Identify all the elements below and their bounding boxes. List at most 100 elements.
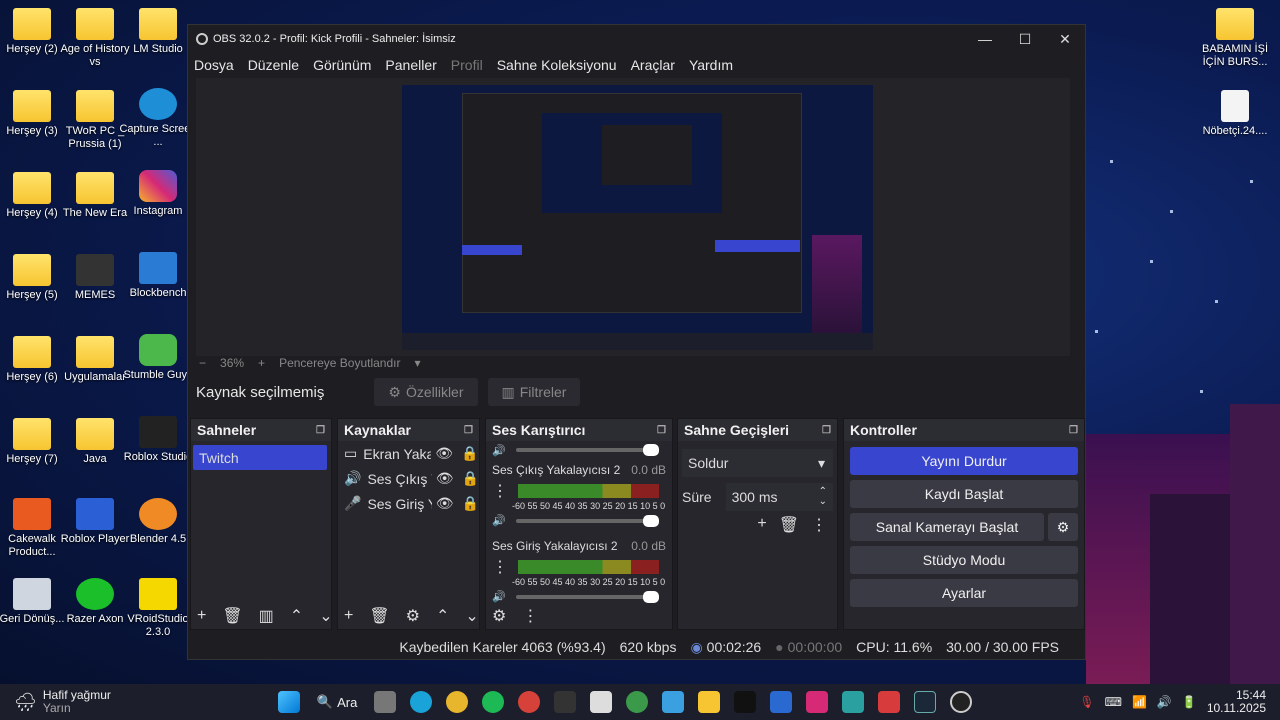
source-item[interactable]: 🎤Ses Giriş Ya👁🔒 bbox=[338, 491, 479, 516]
add-icon[interactable]: + bbox=[197, 607, 206, 625]
source-item[interactable]: 🔊Ses Çıkış Ya👁🔒 bbox=[338, 466, 479, 491]
volume-icon[interactable]: 🔊 bbox=[1157, 695, 1172, 709]
more-icon[interactable]: ⋮ bbox=[522, 606, 538, 626]
desktop-icon[interactable]: Capture Screen ... bbox=[118, 88, 198, 149]
settings-button[interactable]: Ayarlar bbox=[850, 579, 1078, 607]
filter-icon[interactable]: ▥ bbox=[259, 606, 274, 626]
menu-docks[interactable]: Paneller bbox=[385, 57, 436, 73]
start-recording-button[interactable]: Kaydı Başlat bbox=[850, 480, 1078, 508]
menu-tools[interactable]: Araçlar bbox=[631, 57, 675, 73]
search-button[interactable]: 🔍 Ara bbox=[317, 694, 357, 710]
desktop-icon[interactable]: LM Studio bbox=[118, 8, 198, 56]
volume-slider[interactable] bbox=[515, 514, 659, 527]
lock-icon[interactable]: 🔒 bbox=[462, 495, 479, 512]
scene-item[interactable]: Twitch bbox=[193, 445, 327, 470]
zoom-fit-select[interactable]: Pencereye Boyutlandır bbox=[279, 356, 400, 370]
trash-icon[interactable]: 🗑 bbox=[222, 606, 242, 626]
volume-slider[interactable] bbox=[515, 590, 659, 603]
lock-icon[interactable]: 🔒 bbox=[462, 470, 479, 487]
chevron-down-icon[interactable]: ▾ bbox=[414, 356, 420, 370]
menu-help[interactable]: Yardım bbox=[689, 57, 733, 73]
virtual-camera-button[interactable]: Sanal Kamerayı Başlat bbox=[850, 513, 1044, 541]
more-icon[interactable]: ⋮ bbox=[492, 557, 508, 577]
eye-icon[interactable]: 👁 bbox=[436, 495, 454, 512]
steam-icon[interactable] bbox=[914, 691, 937, 713]
desktop-icon[interactable]: Roblox Studio bbox=[118, 416, 198, 464]
speaker-icon[interactable]: 🔊 bbox=[492, 514, 506, 527]
app-icon[interactable] bbox=[554, 691, 577, 713]
desktop-icon[interactable]: Nöbetçi.24.... bbox=[1195, 90, 1275, 138]
clock-date[interactable]: 10.11.2025 bbox=[1207, 702, 1266, 715]
mic-icon[interactable]: 🎙 bbox=[1079, 695, 1094, 709]
calculator-icon[interactable] bbox=[770, 691, 793, 713]
chevron-down-icon[interactable]: ⌄ bbox=[465, 606, 478, 626]
desktop-icon[interactable]: Instagram bbox=[118, 170, 198, 218]
undock-icon[interactable]: ❐ bbox=[1069, 425, 1078, 436]
preview-area[interactable] bbox=[196, 78, 1070, 356]
folder-icon[interactable] bbox=[698, 691, 721, 713]
transition-select[interactable]: Soldur ▾ bbox=[682, 449, 833, 477]
filters-button[interactable]: ▥ Filtreler bbox=[487, 378, 581, 406]
spin-arrows-icon[interactable]: ⌃ ⌄ bbox=[819, 487, 827, 507]
source-item[interactable]: ▭ Ekran Yaka 👁 🔒 bbox=[338, 441, 479, 466]
app-icon[interactable] bbox=[842, 691, 865, 713]
zoom-in-button[interactable]: + bbox=[258, 356, 265, 370]
gear-icon[interactable]: ⚙ bbox=[1048, 513, 1078, 541]
desktop-icon[interactable]: Blender 4.5 bbox=[118, 498, 198, 546]
desktop-icon[interactable]: Blockbench bbox=[118, 252, 198, 300]
undock-icon[interactable]: ❐ bbox=[316, 425, 325, 436]
undock-icon[interactable]: ❐ bbox=[464, 425, 473, 436]
trash-icon[interactable]: 🗑 bbox=[369, 606, 389, 626]
chevron-down-icon[interactable]: ⌄ bbox=[319, 606, 332, 626]
task-view-icon[interactable] bbox=[374, 691, 397, 713]
speaker-icon[interactable]: 🔊 bbox=[492, 590, 506, 603]
lock-icon[interactable]: 🔒 bbox=[461, 445, 478, 462]
more-icon[interactable]: ⋮ bbox=[492, 481, 508, 501]
add-icon[interactable]: + bbox=[344, 607, 353, 625]
gear-icon[interactable]: ⚙ bbox=[406, 606, 420, 626]
trash-icon[interactable]: 🗑 bbox=[779, 515, 799, 535]
speaker-icon[interactable]: 🔊 bbox=[492, 444, 506, 457]
add-icon[interactable]: + bbox=[757, 515, 766, 535]
chevron-up-icon[interactable]: ⌃ bbox=[436, 606, 449, 626]
eye-icon[interactable]: 👁 bbox=[436, 470, 454, 487]
chrome-icon[interactable] bbox=[518, 691, 541, 713]
menu-view[interactable]: Görünüm bbox=[313, 57, 371, 73]
menu-edit[interactable]: Düzenle bbox=[248, 57, 299, 73]
spotify-icon[interactable] bbox=[482, 691, 505, 713]
properties-button[interactable]: ⚙ Özellikler bbox=[374, 378, 478, 406]
instagram-icon[interactable] bbox=[806, 691, 829, 713]
chrome-icon[interactable] bbox=[446, 691, 469, 713]
menu-scene-collection[interactable]: Sahne Koleksiyonu bbox=[497, 57, 617, 73]
chrome-icon[interactable] bbox=[626, 691, 649, 713]
menu-file[interactable]: Dosya bbox=[194, 57, 234, 73]
office-icon[interactable] bbox=[878, 691, 901, 713]
studio-mode-button[interactable]: Stüdyo Modu bbox=[850, 546, 1078, 574]
edge-icon[interactable] bbox=[410, 691, 433, 713]
app-icon[interactable] bbox=[590, 691, 613, 713]
battery-icon[interactable]: 🔋 bbox=[1182, 695, 1197, 709]
start-icon[interactable] bbox=[277, 691, 300, 713]
desktop-icon[interactable]: VRoidStudio 2.3.0 bbox=[118, 578, 198, 639]
notepad-icon[interactable] bbox=[662, 691, 685, 713]
weather-widget[interactable]: 🌧 Hafif yağmur Yarın bbox=[14, 689, 111, 715]
obs-icon[interactable] bbox=[950, 691, 973, 713]
capcut-icon[interactable] bbox=[734, 691, 757, 713]
volume-slider[interactable] bbox=[515, 444, 659, 456]
wifi-icon[interactable]: 📶 bbox=[1132, 695, 1147, 709]
maximize-button[interactable]: ☐ bbox=[1005, 31, 1045, 48]
keyboard-icon[interactable]: ⌨ bbox=[1105, 695, 1122, 709]
desktop-icon[interactable]: Stumble Guys bbox=[118, 334, 198, 382]
chevron-up-icon[interactable]: ⌃ bbox=[290, 606, 303, 626]
minimize-button[interactable]: — bbox=[965, 31, 1005, 48]
desktop-icon[interactable]: BABAMIN İŞİ İÇİN BURS... bbox=[1195, 8, 1275, 69]
more-icon[interactable]: ⋮ bbox=[811, 515, 827, 535]
zoom-out-button[interactable]: − bbox=[199, 356, 206, 370]
undock-icon[interactable]: ❐ bbox=[822, 425, 831, 436]
duration-spinbox[interactable]: 300 ms ⌃ ⌄ bbox=[725, 483, 833, 511]
menu-profile[interactable]: Profil bbox=[451, 57, 483, 73]
undock-icon[interactable]: ❐ bbox=[657, 425, 666, 436]
stop-streaming-button[interactable]: Yayını Durdur bbox=[850, 447, 1078, 475]
close-button[interactable]: ✕ bbox=[1045, 31, 1085, 48]
eye-icon[interactable]: 👁 bbox=[435, 445, 453, 462]
